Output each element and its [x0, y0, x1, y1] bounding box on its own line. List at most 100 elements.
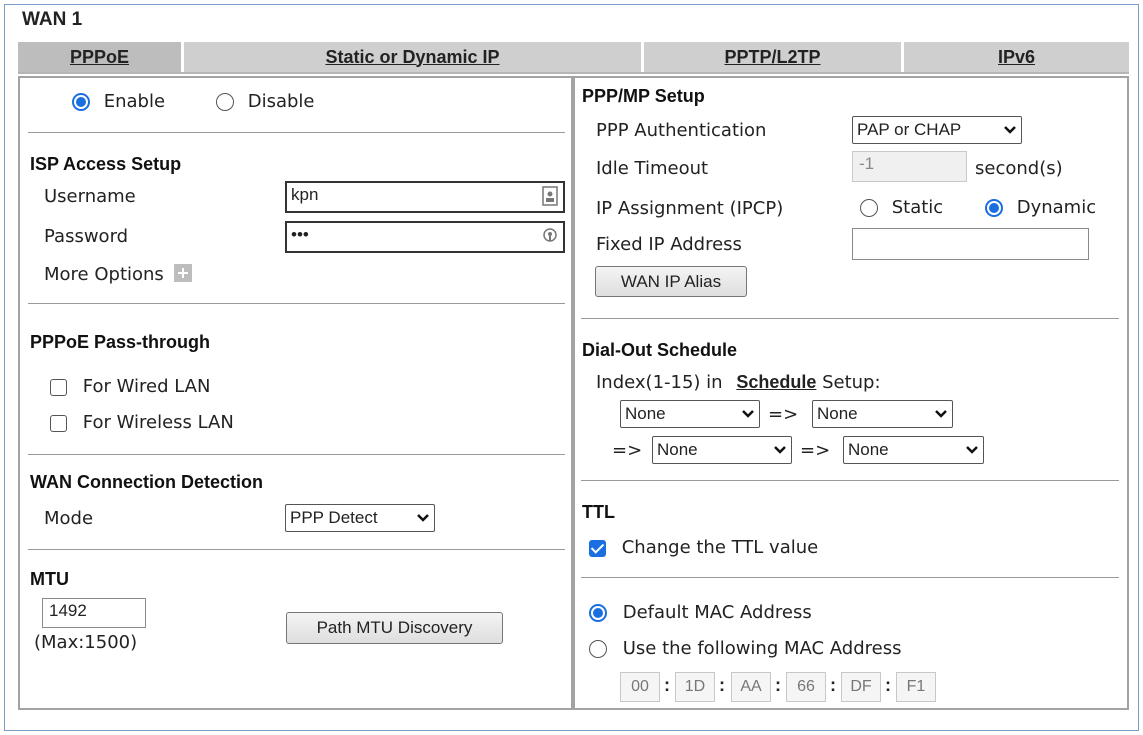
left-panel: Enable Disable ISP Access Setup Username…: [18, 76, 573, 710]
custom-mac-option[interactable]: Use the following MAC Address: [589, 638, 902, 659]
divider: [28, 132, 565, 133]
wired-lan-option[interactable]: For Wired LAN: [50, 376, 210, 397]
ip-assignment-label: IP Assignment (IPCP): [596, 198, 784, 219]
default-mac-radio[interactable]: [589, 604, 607, 622]
page-title: WAN 1: [22, 9, 83, 30]
ppp-auth-select[interactable]: PAP or CHAP: [852, 116, 1022, 144]
more-options-label: More Options: [44, 264, 164, 285]
static-radio[interactable]: [860, 199, 878, 217]
tab-pptp-l2tp[interactable]: PPTP/L2TP: [644, 42, 904, 72]
username-value: kpn: [291, 185, 319, 204]
dynamic-option[interactable]: Dynamic: [985, 197, 1096, 218]
dial-out-schedule-heading: Dial-Out Schedule: [582, 340, 738, 360]
mac-octet-3[interactable]: AA: [731, 672, 771, 702]
ppp-auth-label: PPP Authentication: [596, 120, 767, 141]
wired-lan-checkbox[interactable]: [50, 378, 67, 396]
mode-value: PPP Detect: [290, 508, 378, 527]
chevron-down-icon: [935, 410, 947, 418]
wireless-lan-option[interactable]: For Wireless LAN: [50, 412, 234, 433]
mode-select[interactable]: PPP Detect: [285, 504, 435, 532]
custom-mac-radio[interactable]: [589, 640, 607, 658]
schedule-select-1[interactable]: None: [620, 400, 760, 428]
key-icon: [543, 228, 557, 242]
right-panel: PPP/MP Setup PPP Authentication PAP or C…: [573, 76, 1129, 710]
fixed-ip-input[interactable]: [852, 228, 1089, 260]
schedule-index-suffix: Setup:: [822, 372, 881, 393]
fixed-ip-label: Fixed IP Address: [596, 234, 742, 255]
username-field[interactable]: kpn: [285, 181, 565, 213]
idle-timeout-label: Idle Timeout: [596, 158, 709, 179]
enable-label: Enable: [103, 91, 166, 112]
mac-octet-1[interactable]: 00: [620, 672, 660, 702]
contact-card-icon: [542, 186, 558, 206]
mac-separator: :: [719, 675, 725, 695]
mode-label: Mode: [44, 508, 94, 529]
path-mtu-discovery-button[interactable]: Path MTU Discovery: [286, 612, 503, 644]
schedule-arrow: =>: [800, 440, 831, 461]
disable-option[interactable]: Disable: [216, 91, 315, 112]
divider: [28, 303, 565, 304]
default-mac-option[interactable]: Default MAC Address: [589, 602, 812, 623]
schedule-index-prefix: Index(1-15) in: [596, 372, 723, 393]
schedule-index-text: Index(1-15) in Schedule Setup:: [596, 372, 881, 393]
schedule-value-4: None: [848, 440, 889, 459]
static-option[interactable]: Static: [860, 197, 943, 218]
chevron-down-icon: [742, 410, 754, 418]
wireless-lan-checkbox[interactable]: [50, 414, 67, 432]
ttl-heading: TTL: [582, 502, 615, 522]
tab-ipv6[interactable]: IPv6: [904, 42, 1129, 72]
dynamic-radio[interactable]: [985, 199, 1003, 217]
idle-timeout-input[interactable]: -1: [852, 151, 967, 182]
divider: [581, 480, 1119, 481]
schedule-value-3: None: [657, 440, 698, 459]
change-ttl-checkbox[interactable]: [589, 539, 606, 557]
mac-separator: :: [885, 675, 891, 695]
ppp-auth-value: PAP or CHAP: [857, 120, 962, 139]
divider: [28, 454, 565, 455]
wireless-lan-label: For Wireless LAN: [82, 412, 234, 433]
tab-pppoe[interactable]: PPPoE: [18, 42, 184, 72]
password-value: •••: [291, 225, 309, 244]
password-field[interactable]: •••: [285, 221, 565, 253]
divider: [581, 577, 1119, 578]
enable-radio[interactable]: [72, 93, 90, 111]
mac-octet-5[interactable]: DF: [841, 672, 881, 702]
divider: [581, 318, 1119, 319]
chevron-down-icon: [966, 446, 978, 454]
wired-lan-label: For Wired LAN: [82, 376, 211, 397]
mac-octet-2[interactable]: 1D: [675, 672, 715, 702]
pppoe-passthrough-heading: PPPoE Pass-through: [30, 332, 211, 352]
disable-radio[interactable]: [216, 93, 234, 111]
schedule-arrow: =>: [768, 404, 799, 425]
mtu-heading: MTU: [30, 569, 69, 589]
custom-mac-label: Use the following MAC Address: [622, 638, 902, 659]
mac-separator: :: [664, 675, 670, 695]
enable-option[interactable]: Enable: [72, 91, 165, 112]
mtu-input[interactable]: 1492: [42, 598, 146, 628]
divider: [28, 549, 565, 550]
schedule-arrow: =>: [612, 440, 643, 461]
schedule-select-3[interactable]: None: [652, 436, 792, 464]
change-ttl-option[interactable]: Change the TTL value: [589, 537, 818, 558]
change-ttl-label: Change the TTL value: [621, 537, 819, 558]
more-options[interactable]: More Options: [44, 264, 192, 285]
tab-bar: PPPoE Static or Dynamic IP PPTP/L2TP IPv…: [18, 42, 1129, 74]
mac-octet-4[interactable]: 66: [786, 672, 826, 702]
schedule-select-4[interactable]: None: [843, 436, 984, 464]
schedule-select-2[interactable]: None: [812, 400, 953, 428]
chevron-down-icon: [417, 514, 429, 522]
password-label: Password: [44, 226, 129, 247]
chevron-down-icon: [1004, 126, 1016, 134]
static-label: Static: [891, 197, 944, 218]
wan-ip-alias-button[interactable]: WAN IP Alias: [595, 266, 747, 297]
ppp-mp-setup-heading: PPP/MP Setup: [582, 86, 705, 106]
mac-separator: :: [830, 675, 836, 695]
dynamic-label: Dynamic: [1016, 197, 1097, 218]
mac-octet-6[interactable]: F1: [896, 672, 936, 702]
mtu-max-label: (Max:1500): [34, 632, 138, 653]
mac-separator: :: [775, 675, 781, 695]
schedule-link[interactable]: Schedule: [736, 372, 816, 392]
plus-icon[interactable]: [173, 264, 192, 282]
chevron-down-icon: [774, 446, 786, 454]
tab-static-dynamic-ip[interactable]: Static or Dynamic IP: [184, 42, 644, 72]
